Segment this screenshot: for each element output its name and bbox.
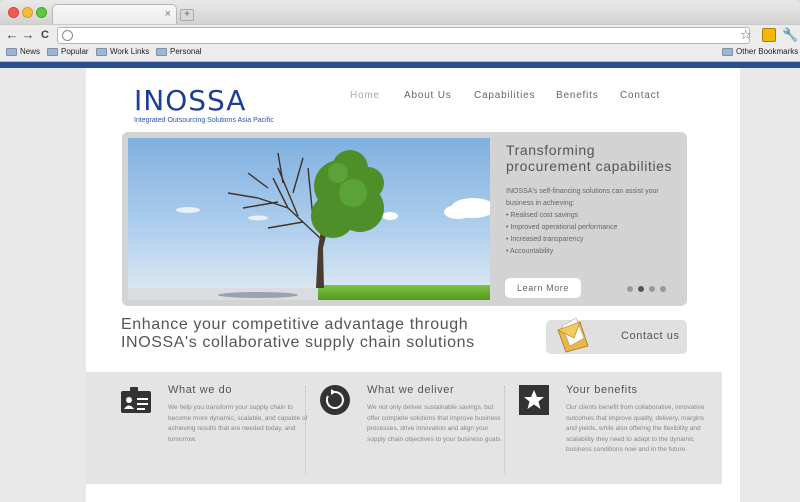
- feature-text: Our clients benefit from collaborative, …: [566, 404, 705, 453]
- other-bookmarks[interactable]: Other Bookmarks: [722, 47, 798, 56]
- back-icon[interactable]: ←: [4, 27, 20, 42]
- folder-icon: [47, 47, 58, 56]
- contact-us-button[interactable]: Contact us: [546, 317, 687, 354]
- hero-bullet: • Improved operational performance: [506, 224, 618, 231]
- site-logo[interactable]: INOSSA: [134, 84, 246, 117]
- folder-icon: [156, 47, 167, 56]
- feature-divider: [504, 386, 505, 474]
- bookmark-news[interactable]: News: [6, 47, 40, 56]
- slider-dot[interactable]: [660, 286, 666, 292]
- hero-bullet: • Increased transparency: [506, 236, 584, 243]
- bookmark-label: Popular: [61, 47, 89, 56]
- browser-tab[interactable]: ×: [52, 4, 177, 25]
- minimize-window-button[interactable]: [22, 7, 33, 18]
- hero-intro: INOSSA's self-financing solutions can as…: [506, 188, 659, 207]
- nav-contact[interactable]: Contact: [620, 90, 660, 101]
- hero-bullet: • Accountability: [506, 248, 554, 255]
- bookmark-label: Work Links: [110, 47, 150, 56]
- hero-tree-image: [128, 138, 490, 300]
- headline-line-2: INOSSA's collaborative supply chain solu…: [121, 334, 475, 351]
- headline-line-1: Enhance your competitive advantage throu…: [121, 316, 469, 333]
- tab-close-icon[interactable]: ×: [165, 8, 171, 20]
- refresh-circle-icon: [320, 385, 350, 415]
- reload-icon[interactable]: C: [37, 29, 53, 41]
- forward-icon[interactable]: →: [20, 27, 36, 42]
- bookmark-work-links[interactable]: Work Links: [96, 47, 149, 56]
- hero-copy: INOSSA's self-financing solutions can as…: [506, 186, 676, 258]
- bookmarks-bar: News Popular Work Links Personal Other B…: [0, 46, 800, 62]
- bookmark-label: Personal: [170, 47, 202, 56]
- address-bar[interactable]: [57, 27, 750, 44]
- site-tagline: Integrated Outsourcing Solutions Asia Pa…: [134, 117, 274, 124]
- nav-about-us[interactable]: About Us: [404, 90, 452, 101]
- bookmark-personal[interactable]: Personal: [156, 47, 202, 56]
- web-page: INOSSA Integrated Outsourcing Solutions …: [0, 68, 800, 502]
- feature-text: We help you transform your supply chain …: [168, 404, 308, 443]
- nav-capabilities[interactable]: Capabilities: [474, 90, 535, 101]
- features-section: What we do We help you transform your su…: [86, 372, 722, 484]
- page-content: INOSSA Integrated Outsourcing Solutions …: [86, 68, 740, 502]
- id-card-icon: [121, 387, 151, 413]
- globe-icon: [62, 30, 73, 41]
- envelope-icon: [557, 317, 589, 353]
- feature-title: What we deliver: [367, 384, 455, 396]
- contact-us-label: Contact us: [621, 330, 680, 342]
- folder-icon: [6, 47, 17, 56]
- wrench-icon[interactable]: 🔧: [782, 27, 798, 43]
- feature-text: We not only deliver sustainable savings,…: [367, 404, 503, 443]
- bookmark-label: News: [20, 47, 41, 56]
- hero-slider: Transforming procurement capabilities IN…: [122, 132, 687, 306]
- hero-title: Transforming procurement capabilities: [506, 142, 673, 174]
- slider-dot[interactable]: [627, 286, 633, 292]
- feature-title: Your benefits: [566, 384, 638, 396]
- star-badge-icon: [519, 385, 549, 415]
- feature-title: What we do: [168, 384, 233, 396]
- value-proposition-headline: Enhance your competitive advantage throu…: [121, 316, 541, 352]
- browser-toolbar: ← → C ☆ 🔧: [0, 24, 800, 46]
- slider-dot[interactable]: [649, 286, 655, 292]
- learn-more-button[interactable]: Learn More: [505, 278, 581, 298]
- bookmark-popular[interactable]: Popular: [47, 47, 89, 56]
- new-tab-button[interactable]: +: [180, 9, 194, 21]
- slider-dot-active[interactable]: [638, 286, 644, 292]
- slider-pagination: [627, 286, 666, 292]
- close-window-button[interactable]: [8, 7, 19, 18]
- browser-window: × + ← → C ☆ 🔧 News Popular Work Links Pe…: [0, 0, 800, 502]
- bookmark-star-icon[interactable]: ☆: [740, 27, 752, 43]
- folder-icon: [96, 47, 107, 56]
- zoom-window-button[interactable]: [36, 7, 47, 18]
- folder-icon: [722, 47, 733, 56]
- bookmark-label: Other Bookmarks: [736, 47, 799, 56]
- hero-bullet: • Realised cost savings: [506, 212, 579, 219]
- feature-divider: [305, 386, 306, 474]
- nav-benefits[interactable]: Benefits: [556, 90, 599, 101]
- title-bar: × +: [0, 0, 800, 25]
- extension-icon[interactable]: [762, 28, 776, 42]
- nav-home[interactable]: Home: [350, 90, 380, 101]
